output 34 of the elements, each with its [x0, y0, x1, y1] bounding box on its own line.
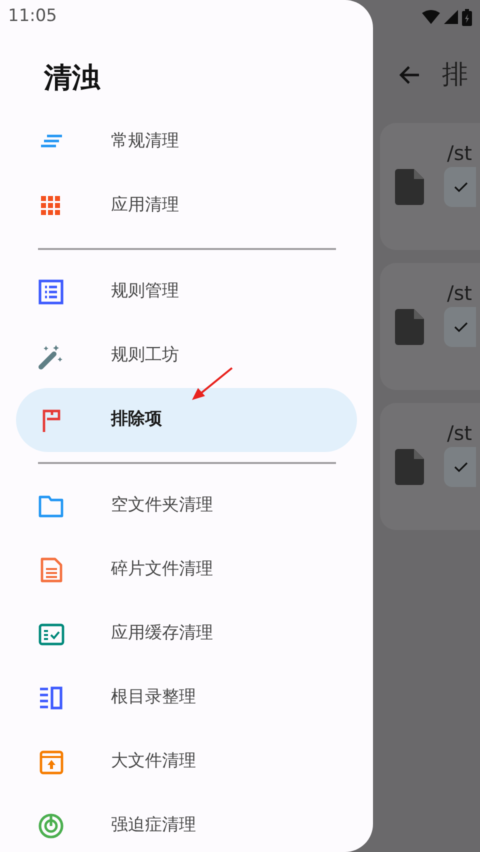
file-path: /st [447, 143, 473, 163]
drawer-item[interactable]: 常规清理 [16, 110, 357, 174]
drawer-item[interactable]: 空文件夹清理 [16, 474, 357, 538]
drawer-item[interactable]: 大文件清理 [16, 730, 357, 794]
app-title: 清浊 [44, 60, 102, 96]
screen-title: 排 [442, 62, 468, 88]
file-path: /st [447, 283, 473, 303]
status-time: 11:05 [8, 5, 57, 28]
drawer-item[interactable]: 排除项 [16, 388, 357, 452]
signal-icon [444, 10, 458, 24]
file-icon [394, 449, 424, 485]
check-chip[interactable] [444, 307, 476, 347]
file-card[interactable]: /st [380, 403, 480, 530]
battery-icon [462, 8, 472, 26]
check-icon [454, 322, 468, 332]
file-path: /st [447, 423, 473, 443]
drawer-item[interactable]: 规则管理 [16, 260, 357, 324]
check-chip[interactable] [444, 167, 476, 207]
drawer-item[interactable]: 应用缓存清理 [16, 602, 357, 666]
back-icon[interactable] [398, 65, 420, 85]
file-icon [394, 169, 424, 205]
drawer-item[interactable]: 根目录整理 [16, 666, 357, 730]
drawer-item[interactable]: 强迫症清理 [16, 794, 357, 852]
check-icon [454, 462, 468, 472]
file-card[interactable]: /st [380, 263, 480, 390]
check-icon [454, 182, 468, 192]
file-icon [394, 309, 424, 345]
check-chip[interactable] [444, 447, 476, 487]
pointer-arrow [190, 366, 234, 402]
drawer-item[interactable]: 规则工坊 [16, 324, 357, 388]
drawer-item[interactable]: 应用清理 [16, 174, 357, 238]
drawer-item[interactable]: 碎片文件清理 [16, 538, 357, 602]
wifi-icon [422, 10, 440, 24]
file-card[interactable]: /st [380, 123, 480, 250]
